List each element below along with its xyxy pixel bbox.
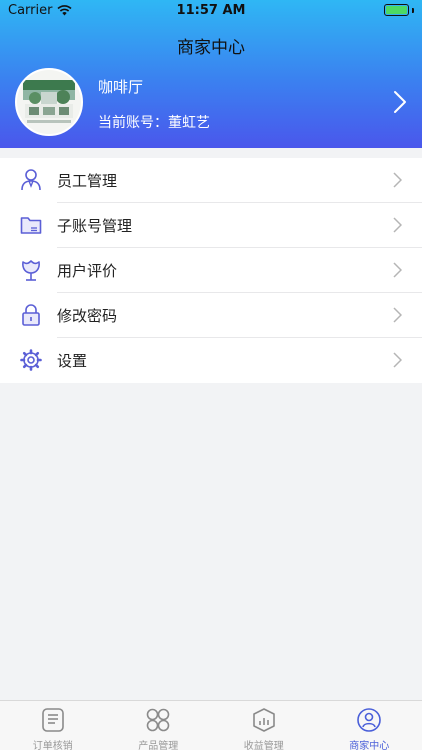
staff-icon	[21, 169, 41, 191]
chevron-right-icon	[393, 217, 402, 233]
shop-photo	[17, 70, 81, 134]
grid-icon	[146, 708, 170, 732]
battery-indicator	[384, 4, 414, 16]
avatar[interactable]	[15, 68, 83, 136]
lock-icon	[22, 304, 40, 326]
battery-icon	[384, 4, 409, 16]
tab-label: 产品管理	[138, 741, 179, 750]
settings-menu: 员工管理 子账号管理 用户评价 修改密码 设置	[0, 158, 422, 383]
user-circle-icon	[357, 708, 382, 732]
menu-item-reviews[interactable]: 用户评价	[0, 248, 422, 293]
menu-item-label: 子账号管理	[57, 217, 133, 235]
shop-name: 咖啡厅	[98, 78, 144, 96]
order-icon	[41, 708, 64, 732]
tab-bar: 订单核销 产品管理 收益管理 商家中心	[0, 700, 422, 750]
menu-item-sub-accounts[interactable]: 子账号管理	[0, 203, 422, 248]
tab-label: 订单核销	[32, 741, 73, 750]
chevron-right-icon[interactable]	[393, 90, 407, 114]
header-background: Carrier 11:57 AM 商家中心 咖啡厅 当前账号：董虹艺	[0, 0, 422, 148]
account-line: 当前账号：董虹艺	[98, 112, 210, 132]
tab-merchant-center[interactable]: 商家中心	[317, 701, 422, 750]
review-flower-icon	[22, 260, 40, 281]
profile-card[interactable]: 咖啡厅 当前账号：董虹艺	[15, 68, 415, 138]
page-title: 商家中心	[177, 38, 245, 58]
tab-revenue-management[interactable]: 收益管理	[211, 701, 317, 750]
menu-item-label: 用户评价	[57, 262, 118, 280]
gear-icon	[20, 349, 42, 371]
account-name: 董虹艺	[168, 115, 210, 131]
chevron-right-icon	[393, 172, 402, 188]
status-bar: Carrier 11:57 AM	[0, 0, 422, 22]
menu-item-staff[interactable]: 员工管理	[0, 158, 422, 203]
chart-icon	[252, 708, 275, 732]
chevron-right-icon	[393, 307, 402, 323]
tab-product-management[interactable]: 产品管理	[106, 701, 212, 750]
tab-order-verification[interactable]: 订单核销	[0, 701, 106, 750]
status-time: 11:57 AM	[176, 3, 246, 18]
chevron-right-icon	[393, 352, 402, 368]
menu-item-label: 员工管理	[57, 172, 118, 190]
menu-item-settings[interactable]: 设置	[0, 338, 422, 383]
menu-item-label: 设置	[57, 352, 88, 370]
menu-item-change-password[interactable]: 修改密码	[0, 293, 422, 338]
account-prefix: 当前账号：	[98, 115, 168, 131]
chevron-right-icon	[393, 262, 402, 278]
folder-icon	[20, 217, 42, 234]
menu-item-label: 修改密码	[57, 307, 118, 325]
tab-label: 收益管理	[243, 741, 284, 750]
tab-label: 商家中心	[349, 741, 390, 750]
